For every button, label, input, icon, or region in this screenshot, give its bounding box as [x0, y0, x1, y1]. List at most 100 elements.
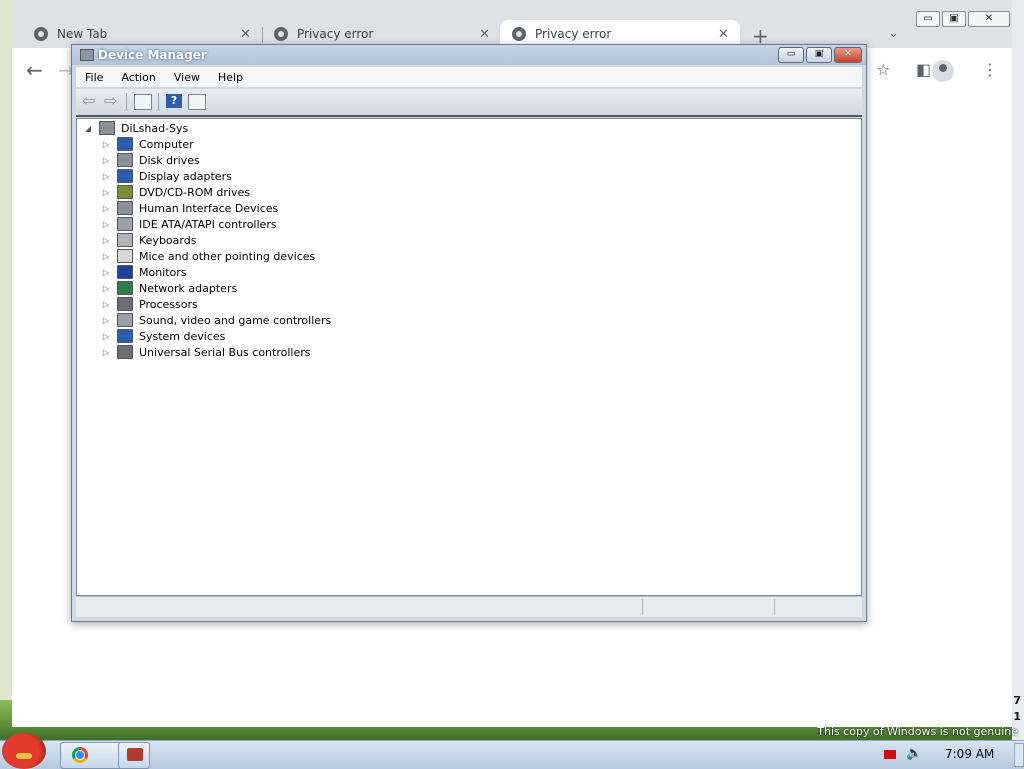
collapsed-triangle-icon[interactable]: ▷: [101, 268, 111, 277]
taskbar-clock[interactable]: 7:09 AM: [945, 747, 994, 761]
tree-category-node[interactable]: ▷ Keyboards: [101, 232, 196, 248]
collapsed-triangle-icon[interactable]: ▷: [101, 284, 111, 293]
hid-icon: [117, 201, 133, 215]
browser-window-controls: ▭ ▣ ✕: [916, 11, 1010, 27]
tab-close-icon[interactable]: ✕: [240, 27, 251, 42]
tree-category-node[interactable]: ▷ Universal Serial Bus controllers: [101, 344, 310, 360]
tree-category-label: Keyboards: [139, 233, 197, 247]
tree-category-label: DVD/CD-ROM drives: [139, 185, 250, 199]
collapsed-triangle-icon[interactable]: ▷: [101, 348, 111, 357]
desktop-side-digit: 1: [1013, 710, 1021, 723]
toolbar-divider: [158, 93, 159, 111]
profile-avatar-icon[interactable]: [932, 60, 954, 82]
tree-category-node[interactable]: ▷ Display adapters: [101, 168, 232, 184]
device-manager-window: Device Manager ▭ ▣ ✕ File Action View He…: [71, 44, 867, 622]
globe-icon: [512, 27, 526, 41]
tab-close-icon[interactable]: ✕: [479, 27, 490, 42]
tab-strip: New Tab ✕ Privacy error ✕ Privacy error …: [12, 0, 1012, 48]
side-panel-icon[interactable]: ◧: [916, 60, 931, 79]
tree-root-label: DiLshad-Sys: [121, 121, 189, 135]
collapsed-triangle-icon[interactable]: ▷: [101, 140, 111, 149]
tree-category-label: Human Interface Devices: [139, 201, 279, 215]
collapsed-triangle-icon[interactable]: ▷: [101, 252, 111, 261]
collapsed-triangle-icon[interactable]: ▷: [101, 332, 111, 341]
start-button-angry-bird-icon[interactable]: [2, 733, 46, 769]
menu-file[interactable]: File: [76, 71, 112, 84]
properties-pane-icon[interactable]: [188, 94, 206, 110]
tree-category-node[interactable]: ▷ Sound, video and game controllers: [101, 312, 331, 328]
disk-drive-icon: [117, 153, 133, 167]
browser-close-button[interactable]: ✕: [968, 11, 1010, 27]
collapsed-triangle-icon[interactable]: ▷: [101, 156, 111, 165]
taskbar-device-manager-button[interactable]: [118, 742, 150, 769]
minimize-button[interactable]: ▭: [778, 47, 804, 63]
usb-icon: [117, 345, 133, 359]
tree-root-node[interactable]: ◢ DiLshad-Sys: [83, 120, 188, 136]
tab-close-icon[interactable]: ✕: [718, 27, 729, 42]
browser-maximize-button[interactable]: ▣: [942, 11, 966, 27]
forward-arrow-icon[interactable]: ⇨: [104, 93, 120, 109]
collapsed-triangle-icon[interactable]: ▷: [101, 188, 111, 197]
keyboard-icon: [117, 233, 133, 247]
tab-label: Privacy error: [535, 27, 612, 41]
desktop-right-edge: [1012, 0, 1024, 740]
tree-category-label: Computer: [139, 137, 194, 151]
desktop-side-digit: 7: [1013, 694, 1021, 707]
tab-label: Privacy error: [297, 27, 374, 41]
monitor-icon: [117, 265, 133, 279]
chrome-tab-icon: [34, 27, 48, 41]
status-bar-separator: [774, 599, 775, 615]
tree-category-node[interactable]: ▷ IDE ATA/ATAPI controllers: [101, 216, 277, 232]
back-button[interactable]: ←: [26, 58, 43, 82]
processor-icon: [117, 297, 133, 311]
mouse-icon: [117, 249, 133, 263]
tree-category-label: System devices: [139, 329, 226, 343]
collapsed-triangle-icon[interactable]: ▷: [101, 172, 111, 181]
menu-help[interactable]: Help: [209, 71, 252, 84]
tree-category-node[interactable]: ▷ Mice and other pointing devices: [101, 248, 315, 264]
speaker-icon: [117, 313, 133, 327]
tree-category-node[interactable]: ▷ Monitors: [101, 264, 187, 280]
display-adapter-icon: [117, 169, 133, 183]
menu-action[interactable]: Action: [112, 71, 164, 84]
tree-category-node[interactable]: ▷ Network adapters: [101, 280, 237, 296]
back-arrow-icon[interactable]: ⇦: [82, 93, 98, 109]
tree-category-label: Mice and other pointing devices: [139, 249, 316, 263]
tree-category-label: IDE ATA/ATAPI controllers: [139, 217, 277, 231]
desktop-background: [0, 0, 12, 740]
tree-category-node[interactable]: ▷ System devices: [101, 328, 225, 344]
maximize-button[interactable]: ▣: [806, 47, 832, 63]
tab-search-button[interactable]: ⌄: [888, 26, 899, 41]
tree-category-node[interactable]: ▷ Disk drives: [101, 152, 200, 168]
tree-category-label: Display adapters: [139, 169, 232, 183]
ide-controller-icon: [117, 217, 133, 231]
browser-minimize-button[interactable]: ▭: [916, 11, 940, 27]
bookmark-star-icon[interactable]: ☆: [876, 60, 890, 79]
collapsed-triangle-icon[interactable]: ▷: [101, 204, 111, 213]
show-hide-console-tree-icon[interactable]: [134, 94, 152, 110]
collapsed-triangle-icon[interactable]: ▷: [101, 300, 111, 309]
globe-icon: [274, 27, 288, 41]
tree-category-node[interactable]: ▷ Computer: [101, 136, 194, 152]
collapsed-triangle-icon[interactable]: ▷: [101, 316, 111, 325]
collapsed-triangle-icon[interactable]: ▷: [101, 220, 111, 229]
action-center-flag-icon[interactable]: [884, 750, 896, 759]
help-icon[interactable]: ?: [166, 94, 182, 108]
chrome-menu-icon[interactable]: ⋮: [982, 60, 998, 79]
chrome-icon: [72, 747, 88, 763]
device-manager-titlebar[interactable]: Device Manager ▭ ▣ ✕: [72, 45, 866, 65]
volume-icon[interactable]: 🔈: [906, 746, 922, 761]
show-desktop-button[interactable]: [1014, 743, 1024, 767]
tree-category-label: Sound, video and game controllers: [139, 313, 332, 327]
device-tree: ◢ DiLshad-Sys ▷ Computer ▷ Disk drives ▷ Disp…: [76, 118, 862, 596]
dvd-drive-icon: [117, 185, 133, 199]
close-button[interactable]: ✕: [834, 47, 862, 63]
computer-icon: [117, 137, 133, 151]
collapsed-triangle-icon[interactable]: ▷: [101, 236, 111, 245]
tree-category-node[interactable]: ▷ Processors: [101, 296, 198, 312]
tree-category-node[interactable]: ▷ DVD/CD-ROM drives: [101, 184, 250, 200]
tree-category-node[interactable]: ▷ Human Interface Devices: [101, 200, 278, 216]
menu-view[interactable]: View: [165, 71, 209, 84]
expanded-triangle-icon[interactable]: ◢: [83, 124, 93, 133]
tree-category-label: Monitors: [139, 265, 187, 279]
